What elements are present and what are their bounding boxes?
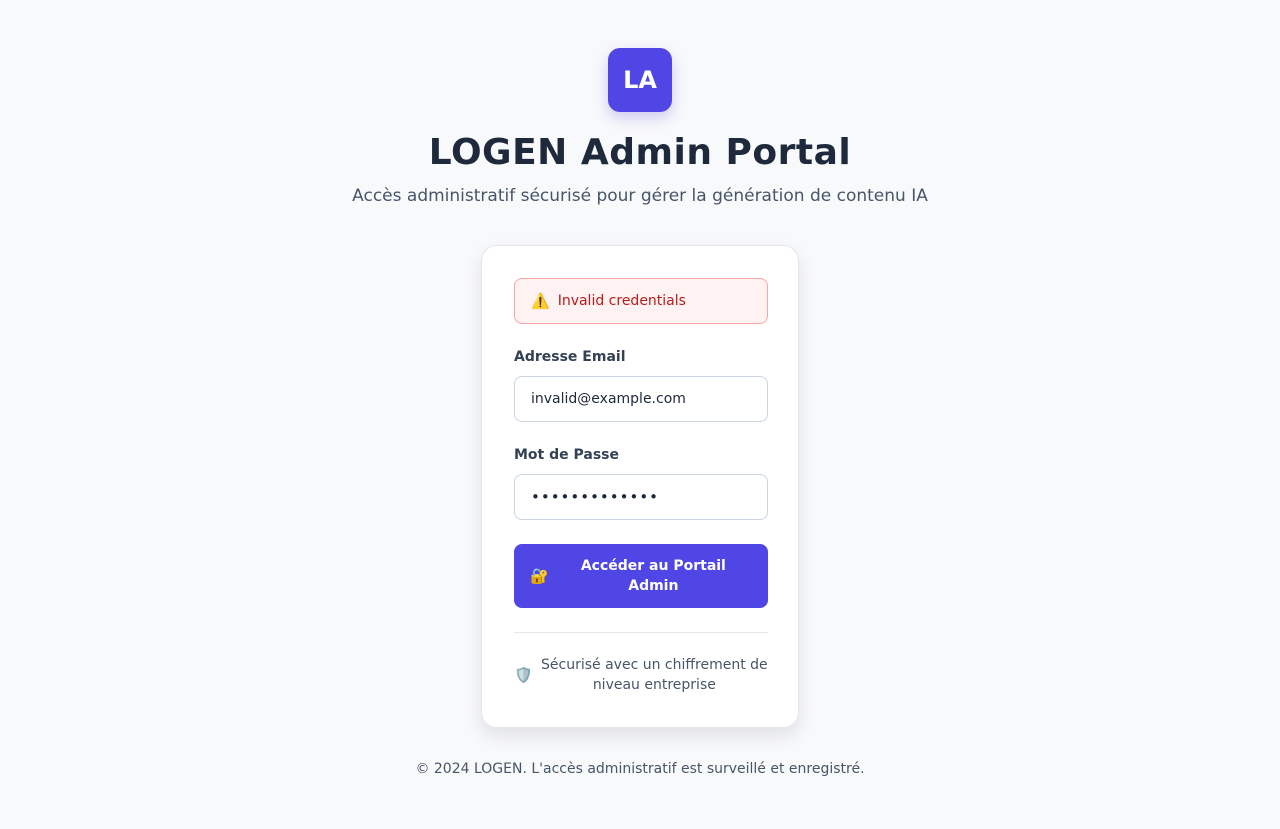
page-title: LOGEN Admin Portal bbox=[428, 132, 852, 173]
security-note-text: Sécurisé avec un chiffrement de niveau e… bbox=[541, 657, 768, 693]
email-field[interactable] bbox=[514, 376, 768, 422]
password-field[interactable] bbox=[514, 474, 768, 520]
page-subtitle: Accès administratif sécurisé pour gérer … bbox=[352, 186, 928, 206]
lock-icon: 🔐 bbox=[530, 567, 549, 585]
divider bbox=[514, 632, 768, 633]
logo: LA bbox=[608, 48, 672, 112]
warning-icon: ⚠️ bbox=[531, 292, 550, 310]
email-label: Adresse Email bbox=[514, 349, 626, 365]
login-card: ⚠️ Invalid credentials Adresse Email Mot… bbox=[481, 245, 799, 728]
password-label: Mot de Passe bbox=[514, 447, 619, 463]
footer-text: © 2024 LOGEN. L'accès administratif est … bbox=[415, 761, 865, 777]
login-button[interactable]: 🔐 Accéder au Portail Admin bbox=[514, 544, 768, 608]
error-alert: ⚠️ Invalid credentials bbox=[514, 278, 768, 324]
shield-icon: 🛡️ bbox=[514, 666, 533, 684]
login-button-label: Accéder au Portail Admin bbox=[580, 558, 726, 594]
error-message: Invalid credentials bbox=[557, 293, 686, 309]
login-page: LA LOGEN Admin Portal Accès administrati… bbox=[0, 0, 1280, 829]
security-note: 🛡️ Sécurisé avec un chiffrement de nivea… bbox=[514, 655, 768, 695]
logo-text: LA bbox=[623, 66, 657, 94]
